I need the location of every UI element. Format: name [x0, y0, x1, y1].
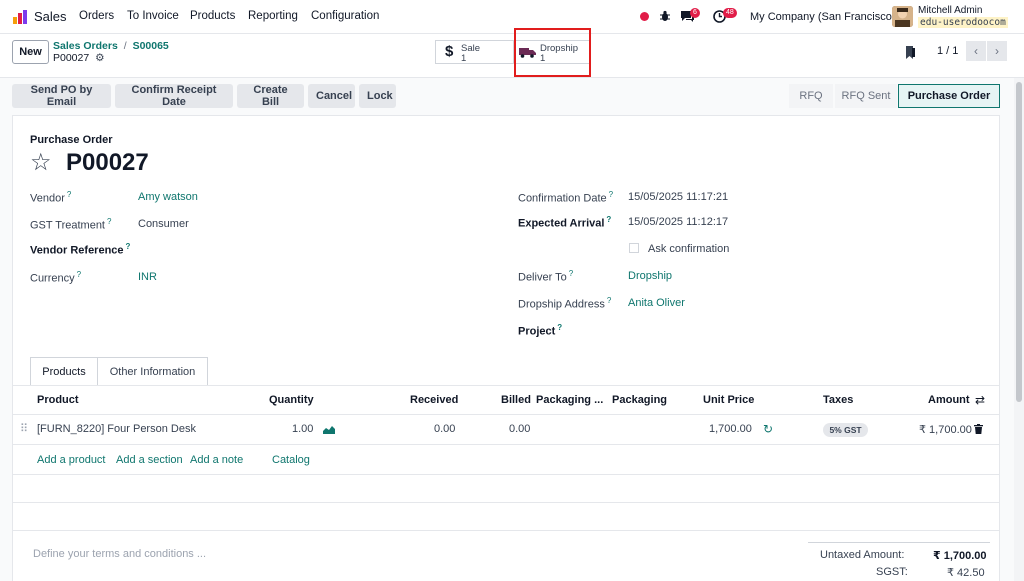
dollar-icon: $ [445, 43, 454, 60]
top-navbar: Sales Orders To Invoice Products Reporti… [0, 0, 1024, 34]
terms-and-conditions-field[interactable]: Define your terms and conditions ... [33, 548, 206, 560]
tab-products[interactable]: Products [30, 357, 98, 386]
dropship-address-field[interactable]: Anita Oliver [628, 297, 685, 309]
pager-next-button[interactable]: › [987, 41, 1007, 61]
vendor-field[interactable]: Amy watson [138, 191, 198, 203]
record-title: P00027 [66, 149, 149, 176]
status-purchase-order[interactable]: Purchase Order [898, 84, 1000, 108]
activities-badge: 48 [723, 8, 737, 18]
chevron-left-icon: ‹ [974, 44, 978, 58]
column-settings-icon[interactable]: ⇄ [975, 393, 985, 407]
unit-price-cell[interactable]: 1,700.00 [709, 423, 752, 435]
avatar[interactable] [892, 6, 913, 27]
column-unit-price[interactable]: Unit Price [703, 394, 754, 406]
sgst-label: SGST: [876, 566, 908, 578]
dropship-highlight-box [514, 28, 591, 77]
form-sheet [12, 115, 1000, 581]
nav-orders[interactable]: Orders [79, 10, 114, 22]
send-po-by-email-button[interactable]: Send PO by Email [12, 84, 111, 108]
pager-value[interactable]: 1 / 1 [937, 45, 958, 57]
add-note-link[interactable]: Add a note [190, 454, 243, 466]
scrollbar-thumb[interactable] [1016, 82, 1022, 402]
column-amount[interactable]: Amount [928, 394, 970, 406]
column-packaging[interactable]: Packaging [612, 394, 667, 406]
record-dot-icon[interactable] [640, 12, 649, 21]
confirmation-date-label: Confirmation Date? [518, 190, 614, 205]
dropship-address-label: Dropship Address? [518, 296, 612, 311]
expected-arrival-field[interactable]: 15/05/2025 11:12:17 [628, 216, 728, 228]
received-cell: 0.00 [434, 423, 456, 435]
vendor-reference-field[interactable] [138, 240, 378, 256]
project-field[interactable] [628, 322, 868, 338]
add-section-link[interactable]: Add a section [116, 454, 183, 466]
amount-cell: ₹ 1,700.00 [919, 424, 972, 436]
breadcrumb: Sales Orders / S00065 [53, 40, 169, 52]
nav-products[interactable]: Products [190, 10, 235, 22]
nav-to-invoice[interactable]: To Invoice [127, 10, 179, 22]
chevron-right-icon: › [995, 44, 999, 58]
bug-icon[interactable] [659, 10, 671, 22]
create-bill-button[interactable]: Create Bill [237, 84, 304, 108]
vendor-reference-label: Vendor Reference? [30, 242, 131, 257]
status-rfq-sent[interactable]: RFQ Sent [835, 84, 897, 108]
breadcrumb-so[interactable]: S00065 [133, 40, 169, 52]
catalog-link[interactable]: Catalog [272, 454, 310, 466]
column-product[interactable]: Product [37, 394, 79, 406]
nav-configuration[interactable]: Configuration [311, 10, 379, 22]
billed-cell: 0.00 [509, 423, 531, 435]
currency-label: Currency? [30, 270, 82, 285]
breadcrumb-sales-orders[interactable]: Sales Orders [53, 40, 118, 52]
drag-handle-icon[interactable]: ⠿ [20, 422, 28, 435]
lock-button[interactable]: Lock [359, 84, 396, 108]
sales-app-icon[interactable] [12, 9, 28, 25]
tab-other-information[interactable]: Other Information [97, 357, 208, 386]
database-name: edu-userodoocom [918, 17, 1008, 28]
expected-arrival-label: Expected Arrival? [518, 215, 612, 230]
forecast-chart-icon[interactable] [323, 425, 335, 434]
sale-smart-button[interactable]: $ Sale 1 [435, 40, 514, 64]
untaxed-amount-label: Untaxed Amount: [820, 549, 905, 561]
sgst-value: ₹ 42.50 [947, 567, 985, 579]
status-rfq[interactable]: RFQ [789, 84, 833, 108]
add-product-link[interactable]: Add a product [37, 454, 106, 466]
ask-confirmation-label: Ask confirmation [648, 243, 730, 255]
product-cell[interactable]: [FURN_8220] Four Person Desk [37, 423, 196, 435]
column-billed[interactable]: Billed [501, 394, 531, 406]
gst-treatment-label: GST Treatment? [30, 217, 112, 232]
column-quantity[interactable]: Quantity [269, 394, 314, 406]
messages-badge: 6 [690, 8, 700, 18]
deliver-to-field[interactable]: Dropship [628, 270, 672, 282]
project-label: Project? [518, 323, 563, 338]
currency-field[interactable]: INR [138, 271, 157, 283]
quantity-cell[interactable]: 1.00 [292, 423, 313, 435]
column-received[interactable]: Received [410, 394, 458, 406]
history-icon[interactable]: ↻ [763, 422, 773, 436]
user-name[interactable]: Mitchell Admin [918, 5, 982, 16]
trash-icon[interactable] [974, 424, 983, 434]
gear-icon[interactable]: ⚙ [95, 52, 104, 64]
vendor-label: Vendor? [30, 190, 72, 205]
company-switcher[interactable]: My Company (San Francisco) [750, 11, 896, 23]
star-icon[interactable]: ☆ [30, 148, 52, 177]
bookmark-icon[interactable] [905, 46, 916, 59]
new-button[interactable]: New [12, 40, 49, 64]
confirm-receipt-date-button[interactable]: Confirm Receipt Date [115, 84, 233, 108]
deliver-to-label: Deliver To? [518, 269, 574, 284]
confirmation-date-field[interactable]: 15/05/2025 11:17:21 [628, 191, 728, 203]
nav-reporting[interactable]: Reporting [248, 10, 298, 22]
record-type-label: Purchase Order [30, 134, 113, 146]
app-name[interactable]: Sales [34, 9, 67, 24]
column-packaging-qty[interactable]: Packaging ... [536, 394, 603, 406]
untaxed-amount-value: ₹ 1,700.00 [933, 550, 987, 562]
column-taxes[interactable]: Taxes [823, 394, 853, 406]
ask-confirmation-checkbox[interactable] [629, 243, 639, 253]
gst-treatment-field[interactable]: Consumer [138, 218, 189, 230]
pager-previous-button[interactable]: ‹ [966, 41, 986, 61]
tax-tag[interactable]: 5% GST [823, 423, 868, 437]
breadcrumb-current-record: P00027 [53, 52, 90, 64]
cancel-button[interactable]: Cancel [308, 84, 355, 108]
